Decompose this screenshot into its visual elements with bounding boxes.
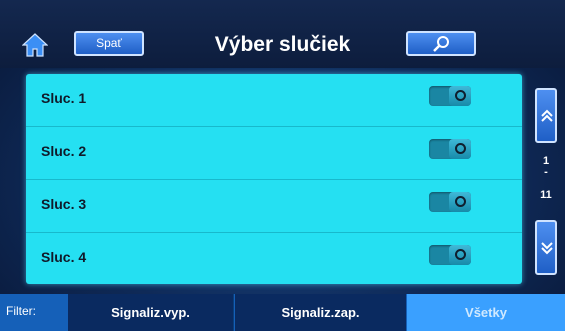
page-total: 11 [540, 189, 552, 201]
toggle-knob [449, 86, 471, 106]
search-icon [433, 36, 449, 52]
double-chevron-down-icon [541, 242, 553, 255]
loop-toggle[interactable] [429, 245, 471, 265]
toggle-knob [449, 192, 471, 212]
loop-label: Sluc. 1 [41, 90, 87, 106]
loop-toggle[interactable] [429, 139, 471, 159]
back-button[interactable]: Spať [74, 31, 144, 56]
list-item[interactable]: Sluc. 2 [26, 127, 522, 180]
home-icon [21, 33, 49, 57]
filter-tab-signaling-off[interactable]: Signaliz.vyp. [68, 294, 234, 331]
filter-label: Filter: [6, 304, 36, 318]
loop-label: Sluc. 3 [41, 196, 87, 212]
page-title: Výber slučiek [214, 33, 351, 56]
double-chevron-up-icon [541, 109, 553, 122]
loop-label: Sluc. 4 [41, 249, 87, 265]
filter-tab-signaling-on[interactable]: Signaliz.zap. [235, 294, 406, 331]
toggle-knob [449, 245, 471, 265]
page-separator: - [544, 166, 548, 178]
filter-bar: Filter: Signaliz.vyp. Signaliz.zap. Všet… [0, 294, 565, 331]
top-bar: Spať Výber slučiek [0, 0, 565, 68]
toggle-knob [449, 139, 471, 159]
loop-selection-screen: Spať Výber slučiek Sluc. 1 Sluc. 2 Sluc.… [0, 0, 565, 331]
loop-list: Sluc. 1 Sluc. 2 Sluc. 3 Sluc. 4 [26, 74, 522, 284]
list-item[interactable]: Sluc. 3 [26, 180, 522, 233]
scroll-down-button[interactable] [535, 220, 557, 275]
list-item[interactable]: Sluc. 4 [26, 233, 522, 285]
loop-toggle[interactable] [429, 86, 471, 106]
home-button[interactable] [21, 33, 49, 57]
filter-tab-all[interactable]: Všetky [407, 294, 565, 331]
list-item[interactable]: Sluc. 1 [26, 74, 522, 127]
loop-label: Sluc. 2 [41, 143, 87, 159]
search-button[interactable] [406, 31, 476, 56]
scroll-up-button[interactable] [535, 88, 557, 143]
loop-toggle[interactable] [429, 192, 471, 212]
